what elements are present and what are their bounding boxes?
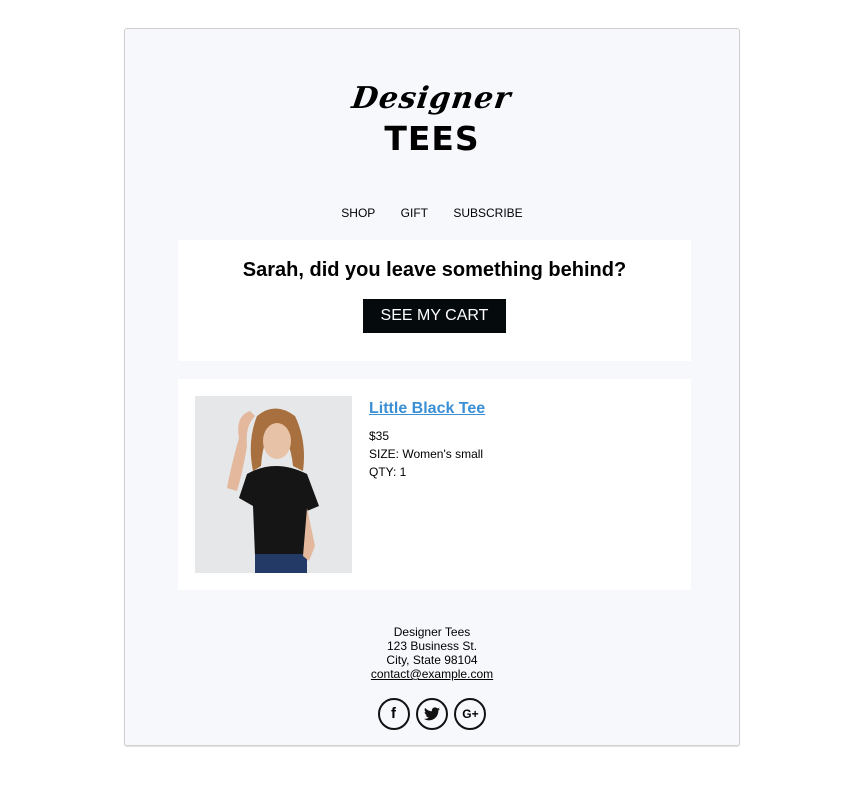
twitter-icon[interactable] — [416, 698, 448, 730]
nav-gift-link[interactable]: GIFT — [401, 206, 428, 220]
footer-address: Designer Tees 123 Business St. City, Sta… — [125, 625, 739, 681]
footer-company: Designer Tees — [393, 625, 471, 639]
footer-email-link[interactable]: contact@example.com — [371, 667, 493, 681]
product-name-link[interactable]: Little Black Tee — [369, 400, 485, 418]
footer-city: City, State 98104 — [386, 653, 478, 667]
product-size: SIZE: Women's small — [369, 447, 484, 461]
product-card: Little Black Tee $35 SIZE: Women's small… — [178, 379, 691, 590]
logo-block-text: TEES — [384, 119, 480, 158]
product-image[interactable] — [195, 396, 352, 573]
product-price: $35 — [369, 429, 390, 443]
footer-street: 123 Business St. — [386, 639, 478, 653]
email-container: Designer TEES SHOP GIFT SUBSCRIBE Sarah,… — [124, 28, 740, 746]
product-info: Little Black Tee $35 SIZE: Women's small… — [369, 400, 485, 481]
see-my-cart-button[interactable]: SEE MY CART — [362, 299, 507, 333]
nav-menu: SHOP GIFT SUBSCRIBE — [125, 206, 739, 220]
brand-logo[interactable]: Designer TEES — [125, 81, 739, 159]
nav-subscribe-link[interactable]: SUBSCRIBE — [453, 206, 522, 220]
social-links: f G+ — [125, 698, 739, 730]
logo-script-text: Designer — [350, 81, 515, 116]
product-qty: QTY: 1 — [369, 465, 407, 479]
nav-shop-link[interactable]: SHOP — [341, 206, 375, 220]
hero-heading: Sarah, did you leave something behind? — [242, 259, 627, 281]
hero-section: Sarah, did you leave something behind? S… — [178, 240, 691, 361]
facebook-icon[interactable]: f — [377, 698, 410, 730]
google-plus-icon[interactable]: G+ — [454, 698, 487, 730]
